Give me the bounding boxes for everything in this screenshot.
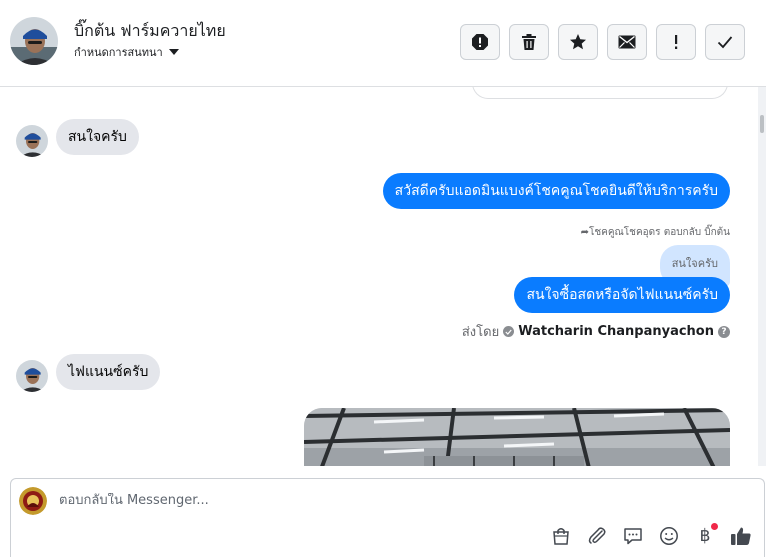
incoming-message[interactable]: ไฟแนนซ์ครับ	[56, 354, 161, 390]
sent-by-line: ส่งโดย Watcharin Chanpanyachon ?	[462, 321, 730, 342]
outgoing-message[interactable]: สวัสดีครับแอดมินแบงค์โชคคูณโชคยินดีให้บร…	[382, 173, 730, 209]
mark-unread-button[interactable]	[607, 24, 647, 60]
saved-replies-button[interactable]	[622, 525, 644, 547]
baht-icon: ฿	[699, 526, 711, 546]
caret-down-icon	[168, 49, 179, 55]
exclamation-icon	[675, 35, 678, 49]
alert-circle-icon	[472, 34, 488, 50]
reply-meta-text: โชคคูณโชคอุดร ตอบกลับ บิ๊กต้น	[588, 227, 730, 238]
incoming-message[interactable]: สนใจครับ	[56, 119, 139, 155]
delete-button[interactable]	[509, 24, 549, 60]
contact-name[interactable]: บิ๊กต้น ฟาร์มควายไทย	[74, 19, 226, 44]
sent-by-label: ส่งโดย	[461, 325, 500, 340]
star-button[interactable]	[558, 24, 598, 60]
scrollbar-thumb[interactable]	[760, 115, 764, 133]
thumbs-up-icon	[731, 527, 751, 545]
help-icon[interactable]: ?	[718, 325, 730, 338]
mark-done-button[interactable]	[705, 24, 745, 60]
header-actions	[460, 24, 745, 60]
chat-bubble-icon	[624, 528, 642, 545]
like-button[interactable]	[730, 525, 752, 547]
outgoing-message[interactable]: สนใจซื้อสดหรือจัดไฟแนนซ์ครับ	[514, 277, 730, 313]
contact-avatar[interactable]	[10, 17, 58, 65]
sender-name[interactable]: Watcharin Chanpanyachon	[518, 324, 714, 339]
star-icon	[570, 34, 586, 50]
message-list[interactable]: สนใจครับ สวัสดีครับแอดมินแบงค์โชคคูณโชคย…	[0, 87, 758, 466]
payment-button[interactable]: ฿	[694, 523, 718, 547]
message-list-scrollbar[interactable]	[758, 87, 766, 466]
verified-check-icon	[503, 326, 515, 337]
check-icon	[717, 36, 733, 49]
paperclip-icon	[588, 527, 606, 544]
emoji-button[interactable]	[658, 525, 680, 547]
reply-arrow-icon: ➦	[580, 227, 589, 238]
sender-avatar	[16, 125, 48, 157]
assign-label: กำหนดการสนทนา	[74, 46, 163, 59]
composer-tools: ฿	[550, 523, 752, 547]
inbox-conversation-view: บิ๊กต้น ฟาร์มควายไทย กำหนดการสนทนา สนใจค…	[0, 0, 766, 557]
reply-meta: ➦โชคคูณโชคอุดร ตอบกลับ บิ๊กต้น	[581, 225, 730, 240]
previous-message-card	[472, 87, 728, 99]
reply-composer: ฿	[10, 478, 765, 557]
attach-button[interactable]	[586, 525, 608, 547]
shop-button[interactable]	[550, 525, 572, 547]
follow-up-button[interactable]	[656, 24, 696, 60]
page-avatar	[19, 487, 47, 515]
spam-button[interactable]	[460, 24, 500, 60]
sender-avatar	[16, 360, 48, 392]
smiley-icon	[660, 527, 678, 545]
trash-icon	[522, 34, 536, 50]
envelope-icon	[618, 35, 636, 49]
notification-dot	[711, 523, 718, 530]
conversation-header: บิ๊กต้น ฟาร์มควายไทย กำหนดการสนทนา	[0, 0, 766, 87]
shopping-bag-icon	[553, 528, 569, 545]
photo-attachment[interactable]	[304, 408, 730, 466]
assign-conversation-dropdown[interactable]: กำหนดการสนทนา	[74, 43, 179, 61]
reply-input[interactable]	[59, 493, 459, 508]
